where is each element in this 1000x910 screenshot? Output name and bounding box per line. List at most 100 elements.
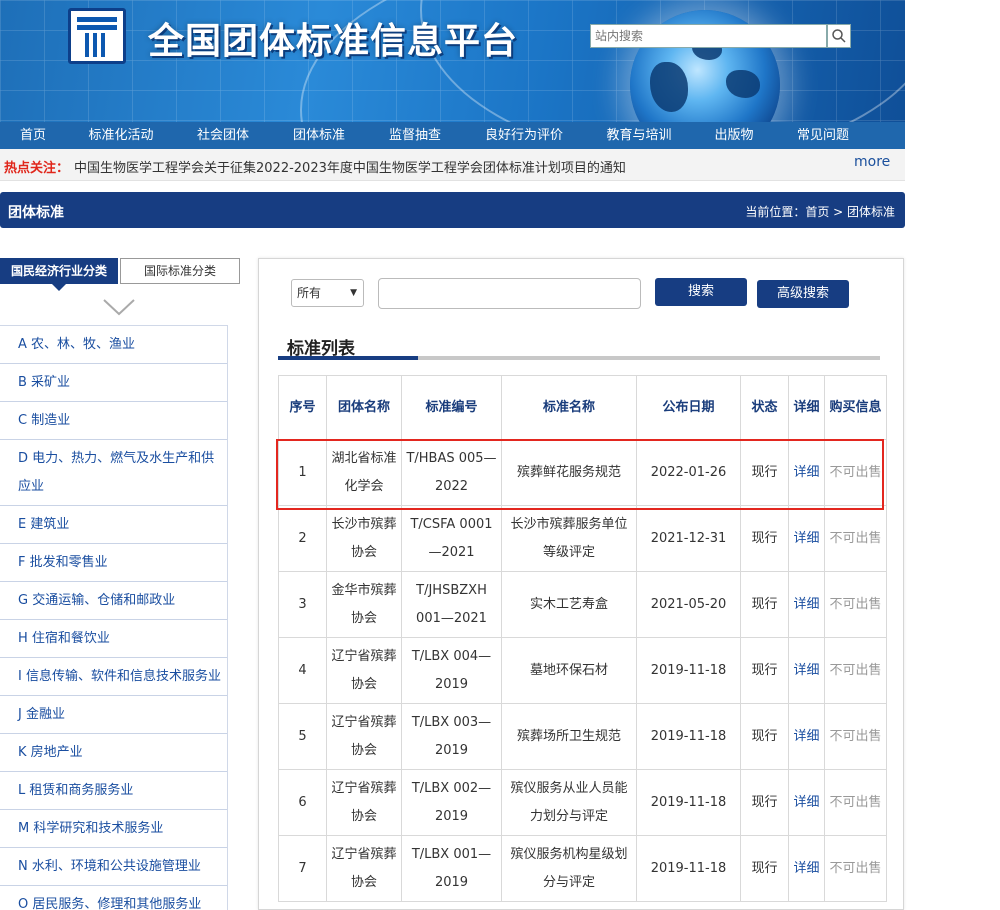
tab-international-classification[interactable]: 国际标准分类 (120, 258, 240, 284)
category-item-j[interactable]: J 金融业 (0, 696, 227, 734)
site-search-input[interactable] (590, 24, 827, 48)
keyword-input[interactable] (378, 278, 641, 309)
category-item-a[interactable]: A 农、林、牧、渔业 (0, 326, 227, 364)
header-banner: 全国团体标准信息平台 (0, 0, 905, 122)
table-row: 3 金华市殡葬协会 T/JHSBZXH 001—2021 实木工艺寿盒 2021… (278, 571, 887, 638)
col-header-org: 团体名称 (326, 375, 402, 440)
category-item-l[interactable]: L 租赁和商务服务业 (0, 772, 227, 810)
cell-org: 辽宁省殡葬协会 (326, 835, 402, 902)
hot-topics-label: 热点关注： (4, 161, 70, 176)
cell-date: 2021-12-31 (636, 505, 741, 572)
cell-date: 2019-11-18 (636, 769, 741, 836)
cell-status: 现行 (740, 637, 789, 704)
cell-name[interactable]: 殡葬鲜花服务规范 (501, 439, 637, 506)
cell-buy: 不可出售 (824, 637, 887, 704)
cell-buy: 不可出售 (824, 769, 887, 836)
advanced-search-button[interactable]: 高级搜索 (757, 280, 849, 308)
col-header-code: 标准编号 (401, 375, 502, 440)
cell-name[interactable]: 墓地环保石材 (501, 637, 637, 704)
cell-name[interactable]: 实木工艺寿盒 (501, 571, 637, 638)
chevron-down-icon[interactable] (102, 294, 136, 318)
cell-name[interactable]: 殡葬场所卫生规范 (501, 703, 637, 770)
nav-item-evaluation[interactable]: 良好行为评价 (484, 122, 564, 149)
cell-code: T/JHSBZXH 001—2021 (401, 571, 502, 638)
category-item-m[interactable]: M 科学研究和技术服务业 (0, 810, 227, 848)
cell-org: 辽宁省殡葬协会 (326, 703, 402, 770)
col-header-no: 序号 (278, 375, 327, 440)
cell-code: T/LBX 002—2019 (401, 769, 502, 836)
nav-item-home[interactable]: 首页 (20, 122, 46, 149)
nav-item-standardization[interactable]: 标准化活动 (88, 122, 154, 149)
cell-name[interactable]: 殡仪服务机构星级划分与评定 (501, 835, 637, 902)
cell-date: 2019-11-18 (636, 637, 741, 704)
detail-link[interactable]: 详细 (788, 571, 825, 638)
nav-item-publications[interactable]: 出版物 (714, 122, 754, 149)
cell-status: 现行 (740, 835, 789, 902)
category-item-d[interactable]: D 电力、热力、燃气及水生产和供应业 (0, 440, 227, 506)
cell-buy: 不可出售 (824, 505, 887, 572)
detail-link[interactable]: 详细 (788, 769, 825, 836)
search-scope-select[interactable]: 所有 ▼ (291, 279, 364, 307)
category-item-o[interactable]: O 居民服务、修理和其他服务业 (0, 886, 227, 910)
category-item-n[interactable]: N 水利、环境和公共设施管理业 (0, 848, 227, 886)
category-item-h[interactable]: H 住宿和餐饮业 (0, 620, 227, 658)
nav-item-organizations[interactable]: 社会团体 (196, 122, 250, 149)
section-title: 团体标准 (8, 205, 64, 221)
detail-link[interactable]: 详细 (788, 703, 825, 770)
table-row: 2 长沙市殡葬协会 T/CSFA 0001—2021 长沙市殡葬服务单位等级评定… (278, 505, 887, 572)
category-item-k[interactable]: K 房地产业 (0, 734, 227, 772)
category-list: A 农、林、牧、渔业 B 采矿业 C 制造业 D 电力、热力、燃气及水生产和供应… (0, 325, 228, 910)
nav-item-training[interactable]: 教育与培训 (606, 122, 672, 149)
detail-link[interactable]: 详细 (788, 439, 825, 506)
category-item-g[interactable]: G 交通运输、仓储和邮政业 (0, 582, 227, 620)
cell-status: 现行 (740, 505, 789, 572)
cell-org: 湖北省标准化学会 (326, 439, 402, 506)
detail-link[interactable]: 详细 (788, 637, 825, 704)
detail-link[interactable]: 详细 (788, 835, 825, 902)
table-row: 5 辽宁省殡葬协会 T/LBX 003—2019 殡葬场所卫生规范 2019-1… (278, 703, 887, 770)
breadcrumb[interactable]: 当前位置：首页 > 团体标准 (745, 203, 895, 220)
tab-industry-classification[interactable]: 国民经济行业分类 (0, 258, 118, 291)
col-header-status: 状态 (740, 375, 789, 440)
cell-no: 7 (278, 835, 327, 902)
hot-topics-link[interactable]: 中国生物医学工程学会关于征集2022-2023年度中国生物医学工程学会团体标准计… (74, 157, 626, 176)
cell-code: T/LBX 004—2019 (401, 637, 502, 704)
standards-table: 序号 团体名称 标准编号 标准名称 公布日期 状态 详细 购买信息 1 湖北省标… (278, 375, 887, 902)
cell-date: 2019-11-18 (636, 835, 741, 902)
cell-name[interactable]: 殡仪服务从业人员能力划分与评定 (501, 769, 637, 836)
cell-code: T/LBX 003—2019 (401, 703, 502, 770)
nav-item-inspection[interactable]: 监督抽查 (388, 122, 442, 149)
section-header: 团体标准 当前位置：首页 > 团体标准 (0, 192, 905, 228)
category-item-e[interactable]: E 建筑业 (0, 506, 227, 544)
site-logo[interactable] (68, 8, 126, 64)
main-nav: 首页 标准化活动 社会团体 团体标准 监督抽查 良好行为评价 教育与培训 出版物… (0, 122, 905, 149)
cell-no: 1 (278, 439, 327, 506)
cell-no: 4 (278, 637, 327, 704)
hot-topics-bar: 热点关注： 中国生物医学工程学会关于征集2022-2023年度中国生物医学工程学… (0, 149, 905, 181)
cell-no: 3 (278, 571, 327, 638)
nav-item-group-standards[interactable]: 团体标准 (292, 122, 346, 149)
table-row: 1 湖北省标准化学会 T/HBAS 005—2022 殡葬鲜花服务规范 2022… (278, 439, 887, 506)
cell-status: 现行 (740, 439, 789, 506)
col-header-buy: 购买信息 (824, 375, 887, 440)
cell-no: 2 (278, 505, 327, 572)
site-title: 全国团体标准信息平台 (148, 20, 519, 62)
detail-link[interactable]: 详细 (788, 505, 825, 572)
table-header-row: 序号 团体名称 标准编号 标准名称 公布日期 状态 详细 购买信息 (278, 375, 887, 440)
search-icon (832, 29, 846, 43)
cell-status: 现行 (740, 571, 789, 638)
col-header-name: 标准名称 (501, 375, 637, 440)
col-header-date: 公布日期 (636, 375, 741, 440)
site-search-button[interactable] (827, 24, 851, 48)
nav-item-faq[interactable]: 常见问题 (796, 122, 850, 149)
category-item-b[interactable]: B 采矿业 (0, 364, 227, 402)
cell-buy: 不可出售 (824, 835, 887, 902)
search-button[interactable]: 搜索 (655, 278, 747, 306)
category-item-f[interactable]: F 批发和零售业 (0, 544, 227, 582)
category-item-i[interactable]: I 信息传输、软件和信息技术服务业 (0, 658, 227, 696)
more-link[interactable]: more (854, 154, 890, 170)
cell-buy: 不可出售 (824, 439, 887, 506)
table-row: 7 辽宁省殡葬协会 T/LBX 001—2019 殡仪服务机构星级划分与评定 2… (278, 835, 887, 902)
category-item-c[interactable]: C 制造业 (0, 402, 227, 440)
cell-name[interactable]: 长沙市殡葬服务单位等级评定 (501, 505, 637, 572)
